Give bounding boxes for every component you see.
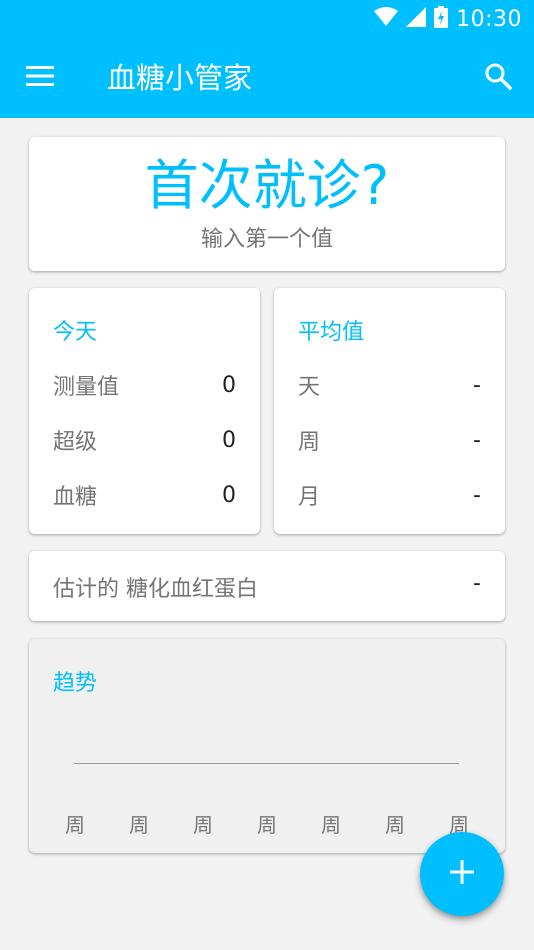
trend-axis-label: 周 — [193, 813, 213, 837]
battery-icon — [434, 6, 449, 32]
status-time: 10:30 — [456, 6, 522, 32]
app-bar: 血糖小管家 — [0, 38, 534, 118]
first-visit-title: 首次就诊? — [144, 154, 390, 217]
stat-value: 0 — [222, 372, 236, 398]
add-reading-button[interactable] — [420, 832, 504, 916]
search-icon — [484, 62, 512, 94]
hba1c-value: - — [473, 571, 481, 596]
stat-label: 天 — [298, 375, 321, 400]
search-button[interactable] — [480, 60, 516, 96]
trend-axis-label: 周 — [129, 813, 149, 837]
stat-label: 测量值 — [53, 375, 120, 400]
stat-label: 超级 — [53, 430, 98, 455]
average-row-month: 月 - — [298, 480, 481, 511]
stat-value: - — [473, 427, 481, 453]
stat-value: - — [473, 482, 481, 508]
status-bar: 10:30 — [0, 0, 534, 38]
status-icons: 10:30 — [374, 6, 522, 32]
average-header: 平均值 — [298, 320, 365, 345]
trend-axis-label: 周 — [257, 813, 277, 837]
today-row-glucose: 血糖 0 — [53, 480, 236, 511]
trend-axis-label: 周 — [65, 813, 85, 837]
stat-value: 0 — [222, 482, 236, 508]
signal-icon — [406, 7, 427, 31]
stat-label: 血糖 — [53, 485, 98, 510]
plus-icon — [450, 860, 474, 888]
average-row-week: 周 - — [298, 425, 481, 456]
trend-title: 趋势 — [53, 671, 98, 696]
today-row-readings: 测量值 0 — [53, 370, 236, 401]
trend-axis-label: 周 — [321, 813, 341, 837]
first-visit-card[interactable]: 首次就诊? 输入第一个值 — [29, 137, 505, 271]
trend-axis-line — [74, 763, 459, 764]
today-card: 今天 测量值 0 超级 0 血糖 0 — [29, 288, 260, 534]
hba1c-card: 估计的 糖化血红蛋白 - — [29, 551, 505, 621]
menu-button[interactable] — [20, 60, 60, 96]
menu-icon — [26, 66, 54, 90]
app-title: 血糖小管家 — [107, 61, 253, 95]
first-visit-subtitle: 输入第一个值 — [200, 227, 333, 252]
stat-label: 周 — [298, 430, 321, 455]
average-card: 平均值 天 - 周 - 月 - — [274, 288, 505, 534]
stat-label: 月 — [298, 485, 321, 510]
stat-value: 0 — [222, 427, 236, 453]
today-row-high: 超级 0 — [53, 425, 236, 456]
hba1c-label: 估计的 糖化血红蛋白 — [53, 577, 258, 602]
wifi-icon — [374, 7, 399, 31]
trend-card: 趋势 周 周 周 周 周 周 周 — [29, 639, 505, 853]
stat-value: - — [473, 372, 481, 398]
today-header: 今天 — [53, 320, 98, 345]
average-row-day: 天 - — [298, 370, 481, 401]
trend-axis-label: 周 — [385, 813, 405, 837]
